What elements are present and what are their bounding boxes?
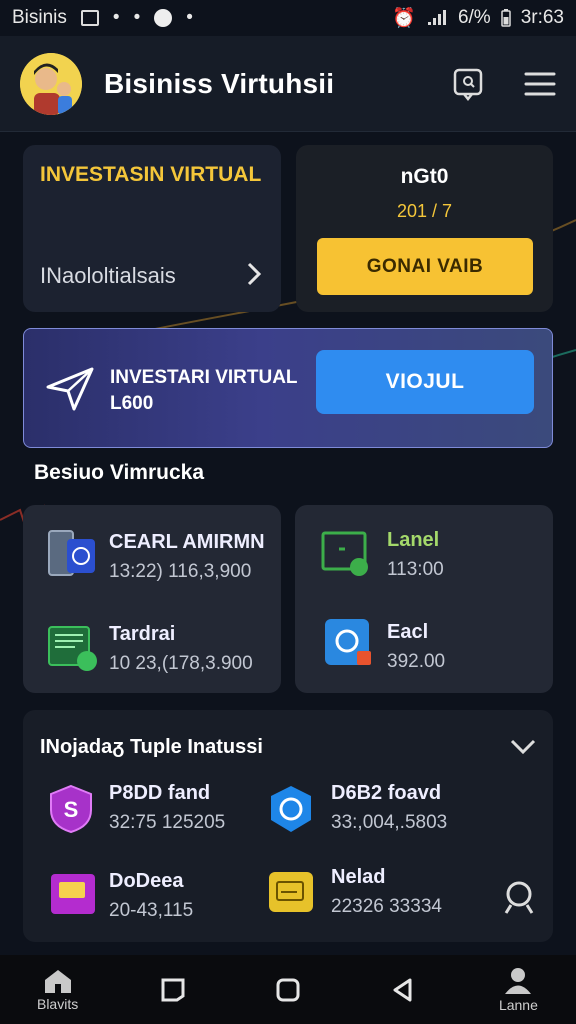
nav-home-button[interactable] — [230, 955, 345, 1024]
chevron-down-icon[interactable] — [509, 738, 537, 756]
banner-line2: L600 — [110, 393, 154, 414]
app-bar: Bisiniss Virtuhsii — [0, 36, 576, 132]
avatar-illustration — [20, 52, 82, 115]
square-back-icon — [161, 978, 185, 1001]
balance-card: nGt0 201 / 7 GONAI VAIB — [296, 145, 553, 312]
gallery-icon — [80, 10, 99, 26]
invest-banner[interactable]: INVESTARI VIRTUAL L600 VIOJUL — [23, 328, 553, 448]
list-item-value: 33:,004,.5803 — [331, 812, 448, 833]
notification-icon — [154, 9, 173, 27]
list-section-title: INojadaᵹ Tuple Inatussi — [40, 736, 263, 758]
search-icon[interactable] — [503, 880, 537, 916]
list-item-title: DoDeea — [109, 870, 184, 892]
section-title: Besiuo Vimrucka — [34, 461, 205, 484]
list-item[interactable]: Nelad 22326 33334 — [263, 858, 503, 936]
home-icon — [44, 969, 71, 993]
alarm-icon: ⏰ — [392, 8, 416, 29]
list-item[interactable]: Eacl 392.00 — [295, 599, 553, 693]
battery-label: 6/% — [457, 7, 491, 28]
circle-home-icon — [276, 978, 300, 1001]
nav-back[interactable] — [346, 955, 461, 1024]
balance-title: nGt0 — [400, 165, 449, 188]
signal-icon — [427, 10, 446, 25]
nav-profile[interactable]: Lanne — [461, 955, 576, 1024]
list-item-value: 22326 33334 — [331, 896, 442, 917]
asset-title: CEARL AMIRMN — [109, 531, 265, 553]
list-item-value: 32:75 125205 — [109, 812, 226, 833]
chevron-right-icon[interactable] — [245, 261, 263, 287]
phone-wallet-icon — [48, 530, 95, 576]
balance-value: 201 / 7 — [396, 201, 453, 221]
nav-profile-label: Lanne — [498, 996, 538, 1013]
invest-card-subtitle: INaololtialsais — [40, 263, 176, 288]
dot-icon: • — [186, 7, 193, 28]
shield-dollar-icon: S — [50, 784, 92, 834]
asset-card-right: Lanel 113:00 Eacl 392.00 — [295, 505, 553, 693]
wallet-icon — [269, 872, 313, 912]
screen-icon — [321, 531, 368, 576]
asset-title: Lanel — [387, 529, 440, 551]
payment-icon — [325, 619, 371, 665]
list-item[interactable]: Lanel 113:00 — [295, 505, 553, 599]
list-item[interactable]: D6B2 foavd 33:,004,.5803 — [263, 774, 543, 852]
dot-icon: • — [133, 7, 141, 28]
asset-title: Eacl — [387, 621, 429, 643]
profile-icon — [505, 967, 532, 994]
status-bar: Bisinis • • • ⏰ 6/% 3r:63 — [0, 0, 576, 36]
asset-card-left: CEARL AMIRMN 13:22) 116,3,900 Tardrai 10… — [23, 505, 281, 693]
banner-button[interactable]: VIOJUL — [316, 350, 534, 414]
shield-token-icon — [271, 786, 311, 832]
store-icon — [48, 626, 97, 671]
list-section: INojadaᵹ Tuple Inatussi S P8DD fand 32:7… — [23, 710, 553, 942]
nav-recents[interactable] — [115, 955, 230, 1024]
list-item-value: 20-43,115 — [109, 900, 194, 921]
dot-icon: • — [112, 7, 120, 28]
clock-label: 3r:63 — [520, 7, 564, 28]
asset-value: 13:22) 116,3,900 — [109, 561, 252, 582]
menu-icon[interactable] — [524, 71, 556, 97]
nav-home[interactable]: Blavits — [0, 955, 115, 1024]
bottom-nav: Blavits Lanne — [0, 955, 576, 1024]
chat-icon[interactable] — [452, 67, 484, 101]
invest-card[interactable]: INVESTASIN VIRTUAL INaololtialsais — [23, 145, 281, 312]
send-icon — [46, 367, 94, 411]
asset-value: 113:00 — [387, 559, 444, 580]
battery-icon — [500, 9, 511, 27]
list-item-title: P8DD fand — [109, 782, 211, 804]
avatar[interactable] — [20, 52, 82, 115]
balance-action-button[interactable]: GONAI VAIB — [317, 238, 533, 295]
nav-home-label: Blavits — [36, 995, 79, 1012]
list-item[interactable]: CEARL AMIRMN 13:22) 116,3,900 — [23, 505, 281, 599]
back-triangle-icon — [393, 978, 412, 1001]
list-item[interactable]: DoDeea 20-43,115 — [23, 858, 283, 936]
asset-value: 392.00 — [387, 651, 446, 672]
app-title: Bisiniss Virtuhsii — [104, 67, 335, 99]
list-item-title: Nelad — [331, 866, 386, 888]
list-item-title: D6B2 foavd — [331, 782, 442, 804]
asset-value: 10 23,(178,3.900 — [109, 653, 253, 674]
asset-title: Tardrai — [109, 623, 176, 645]
carrier-label: Bisinis — [12, 7, 67, 28]
list-item[interactable]: S P8DD fand 32:75 125205 — [23, 774, 283, 852]
folder-icon — [51, 874, 95, 914]
invest-card-title: INVESTASIN VIRTUAL — [40, 163, 262, 186]
banner-line1: INVESTARI VIRTUAL — [110, 367, 298, 388]
list-item[interactable]: Tardrai 10 23,(178,3.900 — [23, 599, 281, 693]
svg-text:S: S — [64, 797, 79, 822]
